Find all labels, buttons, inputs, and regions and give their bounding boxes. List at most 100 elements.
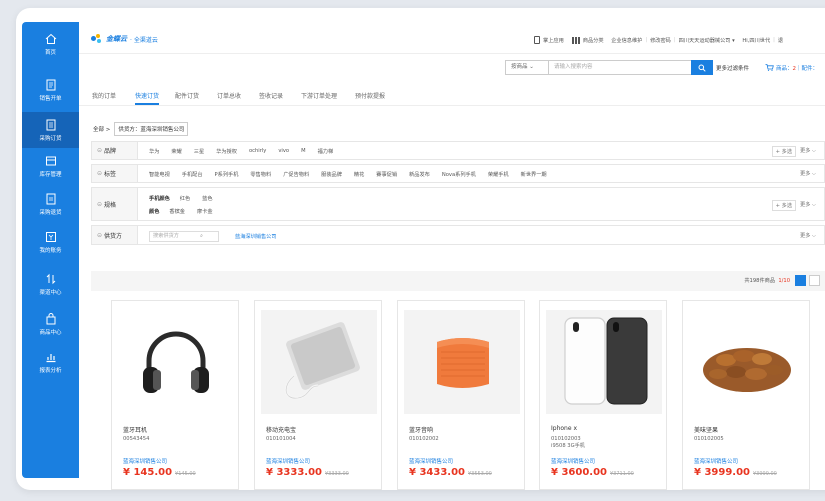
search-button[interactable] — [691, 60, 713, 75]
breadcrumb: 全部 > 供货方：蓝海深圳销售公司 — [93, 122, 189, 136]
tab-prepayment[interactable]: 预付款提报 — [355, 91, 385, 105]
brand-option[interactable]: 华为 — [149, 148, 159, 155]
tab-quick-order[interactable]: 快速订货 — [135, 91, 160, 105]
product-name: 蓝牙音响 — [409, 427, 434, 434]
breadcrumb-root[interactable]: 全部 > — [93, 125, 110, 133]
spec-more-button[interactable]: 更多 ⌵ — [800, 201, 816, 209]
product-card[interactable]: 移动充电宝 010101004 蓝海深圳销售公司 ¥ 3333.00 ¥3333.… — [254, 300, 382, 490]
brand-actions: + 多选 更多 ⌵ — [771, 142, 816, 160]
product-supplier: 蓝海深圳销售公司 — [123, 459, 168, 465]
sidebar-item-label: 报表分析 — [39, 367, 62, 374]
brand-multi-select-button[interactable]: + 多选 — [771, 145, 797, 157]
sidebar-item-home[interactable]: 首页 — [22, 26, 79, 62]
brand-option[interactable]: 华为授权 — [216, 148, 237, 155]
tag-option[interactable]: P系列手机 — [215, 171, 239, 178]
sidebar-item-label: 我的账务 — [39, 247, 62, 254]
brand-option[interactable]: M — [301, 148, 305, 154]
logout-link[interactable]: 退 — [778, 37, 783, 44]
company-switcher[interactable]: 四川天天运动器械公司 ▾ — [679, 37, 735, 44]
brand-option[interactable]: 福力梯 — [318, 148, 334, 155]
supplier-more-button[interactable]: 更多 ⌵ — [800, 232, 816, 240]
spec-option[interactable]: 红色 — [180, 195, 190, 202]
sidebar-item-finance[interactable]: 我的账务 — [22, 224, 79, 260]
tag-option[interactable]: 新品发布 — [409, 171, 430, 178]
cart-piece-label: ｜配件： — [796, 66, 819, 72]
search-type-select[interactable]: 按商品 ⌄ — [505, 60, 549, 75]
product-code: 010102003 i9508 3G手机 — [551, 436, 585, 449]
link-change-password[interactable]: 修改密码 — [650, 37, 671, 44]
product-price: ¥ 3433.00 ¥3553.00 — [409, 467, 492, 478]
spec-name: 手机颜色 — [149, 195, 170, 202]
product-image-headphones — [118, 310, 234, 414]
spec-name: 颜色 — [149, 208, 160, 215]
sidebar-item-label: 首页 — [44, 49, 56, 56]
cart-summary[interactable]: 商品：2｜配件： — [765, 64, 818, 72]
supplier-option[interactable]: 蓝海深圳销售公司 — [235, 233, 277, 240]
tags-more-button[interactable]: 更多 ⌵ — [800, 170, 816, 178]
tab-order-summary[interactable]: 订单总收 — [217, 91, 241, 105]
spec-option[interactable]: 蓝色 — [202, 195, 212, 202]
tag-option[interactable]: 荣耀手机 — [488, 171, 509, 178]
search-icon — [698, 64, 706, 72]
tag-option[interactable]: 智能电视 — [149, 171, 170, 178]
tab-receipt-records[interactable]: 签收记录 — [259, 91, 283, 105]
sidebar-item-label: 采购退货 — [39, 209, 62, 216]
product-card[interactable]: 蓝牙耳机 00543454 蓝海深圳销售公司 ¥ 145.00 ¥145.00 — [111, 300, 239, 490]
sidebar-item-channel[interactable]: 渠道中心 — [22, 266, 79, 302]
more-filter-link[interactable]: 更多过滤条件 — [716, 64, 749, 72]
link-mobile-app[interactable]: 掌上应用 — [543, 37, 564, 44]
tag-option[interactable]: 零售物料 — [250, 171, 271, 178]
brand-more-button[interactable]: 更多 ⌵ — [800, 147, 816, 155]
product-name: 移动充电宝 — [266, 427, 297, 434]
brand-option[interactable]: 荣耀 — [171, 148, 181, 155]
tag-option[interactable]: 服装品牌 — [321, 171, 342, 178]
product-code: 010102002 — [409, 436, 439, 442]
product-card[interactable]: 蓝牙音响 010102002 蓝海深圳销售公司 ¥ 3433.00 ¥3553.0… — [397, 300, 525, 490]
spec-actions: + 多选 更多 ⌵ — [771, 188, 816, 222]
product-supplier: 蓝海深圳销售公司 — [551, 459, 596, 465]
product-image-power-bank — [261, 310, 377, 414]
product-price: ¥ 3600.00 ¥3711.00 — [551, 467, 634, 478]
supplier-search-input[interactable]: 搜索供货方 ⌕ — [149, 230, 219, 242]
sidebar-item-goods[interactable]: 商品中心 — [22, 306, 79, 342]
sidebar-item-label: 销售开单 — [39, 95, 62, 102]
tag-option[interactable]: 賽事促销 — [376, 171, 397, 178]
sidebar-item-return[interactable]: 采购退货 — [22, 186, 79, 222]
list-view-button[interactable] — [809, 275, 820, 286]
spec-option[interactable]: 摩卡金 — [197, 208, 213, 215]
link-category[interactable]: 商品分类 — [583, 37, 604, 44]
logo[interactable]: 金蝶云 · 全渠道云 — [91, 34, 158, 44]
filter-row-spec: ⊝ 规格 手机颜色 红色 蓝色 颜色 香槟金 摩卡金 + 多选 更多 ⌵ — [91, 187, 825, 221]
product-card[interactable]: Iphone x 010102003 i9508 3G手机 蓝海深圳销售公司 ¥ … — [539, 300, 667, 490]
product-card[interactable]: 美味坚果 010102005 蓝海深圳销售公司 ¥ 3999.00 ¥3999.0… — [682, 300, 810, 490]
brand-option[interactable]: ochirly — [249, 148, 266, 154]
brand-option[interactable]: vivo — [278, 148, 289, 154]
spec-row-color: 颜色 香槟金 摩卡金 — [149, 202, 225, 220]
tag-option[interactable]: 广促告物料 — [283, 171, 309, 178]
spec-option[interactable]: 香槟金 — [169, 208, 185, 215]
sidebar-item-sales[interactable]: 销售开单 — [22, 72, 79, 108]
breadcrumb-filter-tag[interactable]: 供货方：蓝海深圳销售公司 — [114, 122, 189, 136]
user-greeting: Hi,四川世代 — [742, 37, 771, 44]
sidebar-item-report[interactable]: 报表分析 — [22, 344, 79, 380]
sidebar-item-purchase[interactable]: 采购订货 — [22, 112, 79, 148]
filter-label-spec: ⊝ 规格 — [92, 188, 138, 220]
sidebar-item-inventory[interactable]: 库存管理 — [22, 148, 79, 184]
supplier-actions: 更多 ⌵ — [800, 226, 816, 246]
tab-my-orders[interactable]: 我的订单 — [92, 91, 116, 105]
grid-view-button[interactable] — [795, 275, 806, 286]
tag-option[interactable]: 手机配台 — [182, 171, 203, 178]
logo-icon — [91, 34, 103, 44]
tag-option[interactable]: 精花 — [354, 171, 364, 178]
brand-option[interactable]: 三星 — [194, 148, 204, 155]
tag-option[interactable]: 新世界一期 — [521, 171, 547, 178]
tag-option[interactable]: Nova系列手机 — [442, 171, 476, 178]
link-company-info[interactable]: 企业信息维护 — [611, 37, 642, 44]
search-input[interactable]: 请输入搜索内容 — [549, 60, 693, 75]
logo-text: 金蝶云 — [106, 35, 127, 43]
tab-parts-order[interactable]: 配件订货 — [175, 91, 199, 105]
cart-goods-label: 商品： — [776, 66, 793, 72]
spec-multi-select-button[interactable]: + 多选 — [771, 199, 797, 211]
brand-options: 华为 荣耀 三星 华为授权 ochirly vivo M 福力梯 — [149, 142, 345, 160]
tab-downstream-orders[interactable]: 下游订单处理 — [301, 91, 337, 105]
